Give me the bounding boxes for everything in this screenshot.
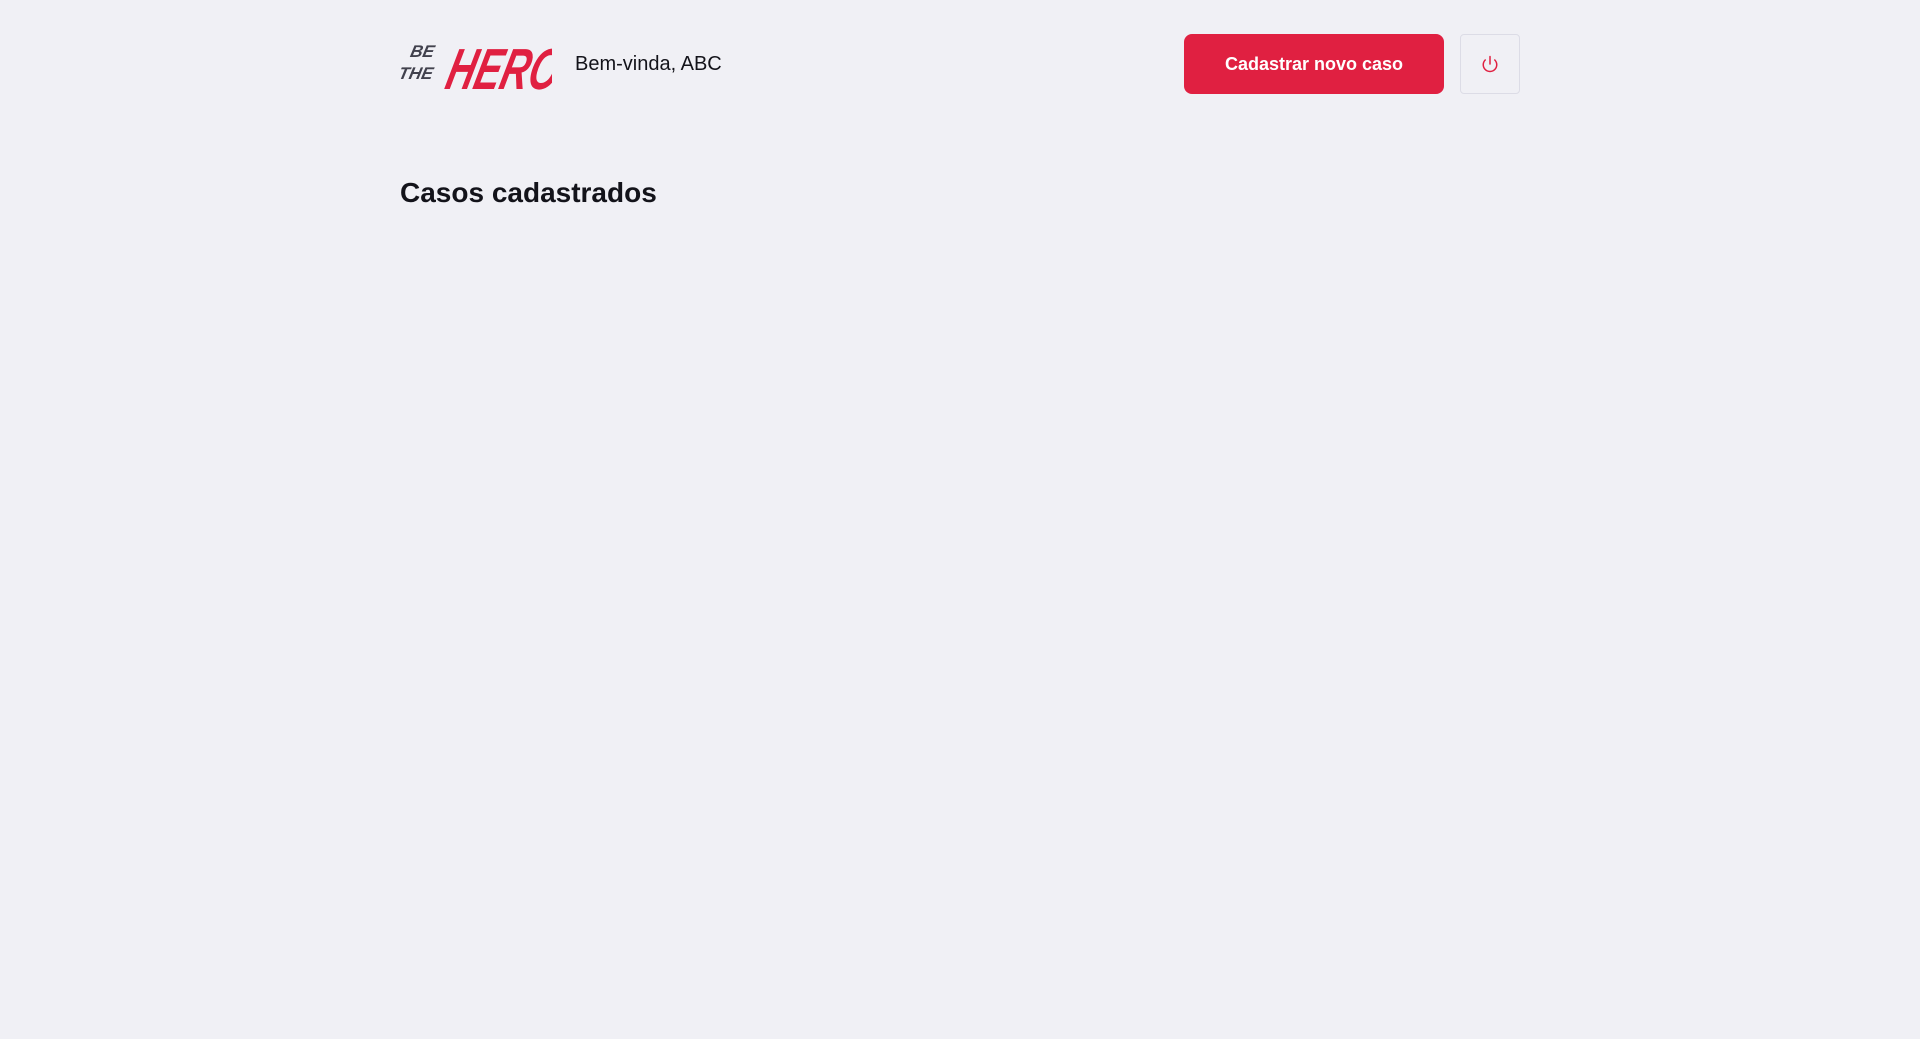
logo-small-text: BE THE	[400, 41, 437, 83]
be-the-hero-logo: BE THE HERO	[400, 38, 552, 97]
page-header: BE THE HERO Bem-vinda, ABC Cadastrar nov…	[400, 0, 1520, 128]
logout-button[interactable]	[1460, 34, 1520, 94]
svg-text:THE: THE	[400, 63, 436, 83]
page-title: Casos cadastrados	[400, 177, 657, 208]
power-icon	[1482, 55, 1498, 73]
welcome-message: Bem-vinda, ABC	[575, 53, 722, 75]
new-case-button[interactable]: Cadastrar novo caso	[1184, 34, 1444, 94]
logo-word: HERO	[440, 38, 552, 97]
profile-page: BE THE HERO Bem-vinda, ABC Cadastrar nov…	[400, 0, 1520, 208]
svg-text:BE: BE	[409, 41, 437, 61]
